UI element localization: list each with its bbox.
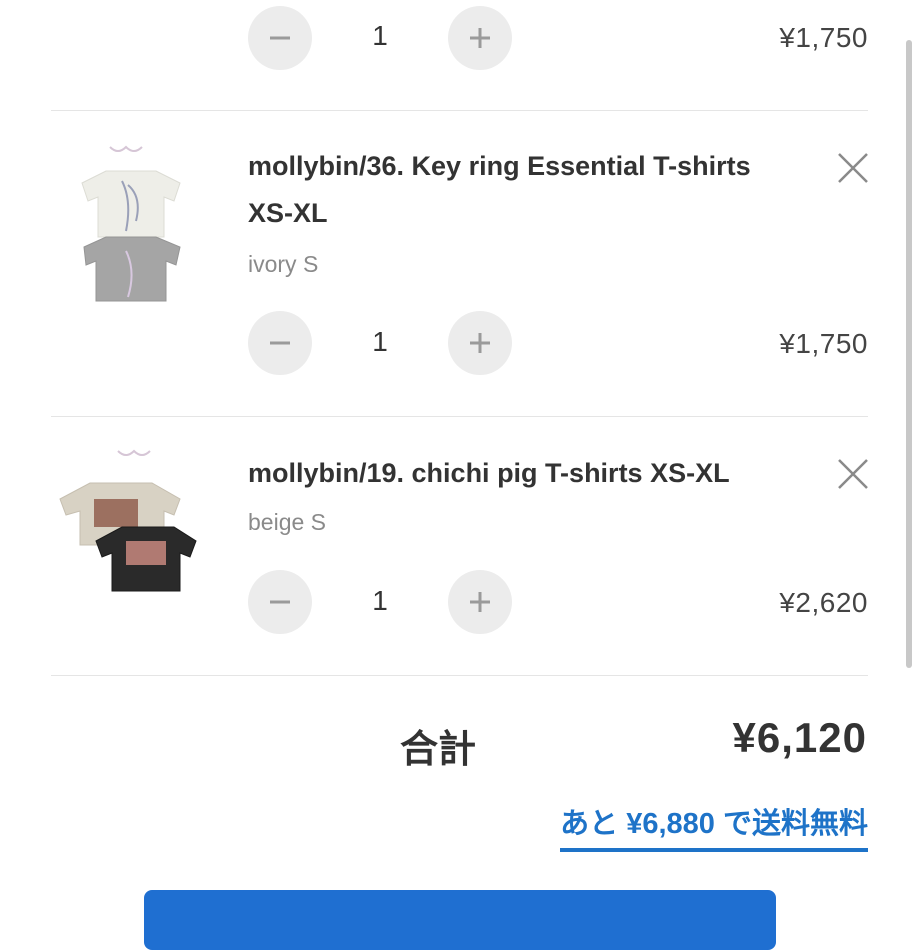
product-title-line1[interactable]: mollybin/36. Key ring Essential T-shirts	[248, 143, 788, 190]
item-price: ¥1,750	[779, 328, 868, 359]
plus-icon	[470, 333, 490, 353]
close-icon[interactable]	[836, 151, 870, 185]
cart-item: mollybin/36. Key ring Essential T-shirts…	[0, 111, 920, 416]
decrease-quantity-button[interactable]	[248, 311, 312, 375]
product-title-line1[interactable]: mollybin/19. chichi pig T-shirts XS-XL	[248, 450, 788, 497]
product-variant: ivory S	[248, 251, 319, 277]
quantity-value: 1	[372, 585, 388, 616]
item-price: ¥1,750	[779, 22, 868, 53]
product-variant: beige S	[248, 509, 327, 535]
quantity-value: 1	[372, 326, 388, 357]
divider	[51, 675, 868, 676]
minus-icon	[270, 600, 290, 604]
product-title-line2[interactable]: XS-XL	[248, 190, 788, 237]
product-thumbnail[interactable]	[72, 141, 190, 303]
increase-quantity-button[interactable]	[448, 570, 512, 634]
increase-quantity-button[interactable]	[448, 311, 512, 375]
decrease-quantity-button[interactable]	[248, 6, 312, 70]
decrease-quantity-button[interactable]	[248, 570, 312, 634]
cart-item: 1 ¥1,750	[0, 0, 920, 110]
scrollbar[interactable]	[906, 40, 912, 668]
plus-icon	[470, 28, 490, 48]
free-shipping-link[interactable]: あと ¥6,880 で送料無料	[560, 800, 868, 852]
quantity-value: 1	[372, 20, 388, 51]
increase-quantity-button[interactable]	[448, 6, 512, 70]
plus-icon	[470, 592, 490, 612]
total-value: ¥6,120	[732, 714, 867, 761]
product-thumbnail[interactable]	[56, 445, 198, 605]
item-price: ¥2,620	[779, 587, 868, 618]
minus-icon	[270, 36, 290, 40]
cart-item: mollybin/19. chichi pig T-shirts XS-XL b…	[0, 417, 920, 675]
checkout-button[interactable]	[144, 890, 776, 950]
total-label: 合計	[400, 729, 477, 771]
minus-icon	[270, 341, 290, 345]
close-icon[interactable]	[836, 457, 870, 491]
